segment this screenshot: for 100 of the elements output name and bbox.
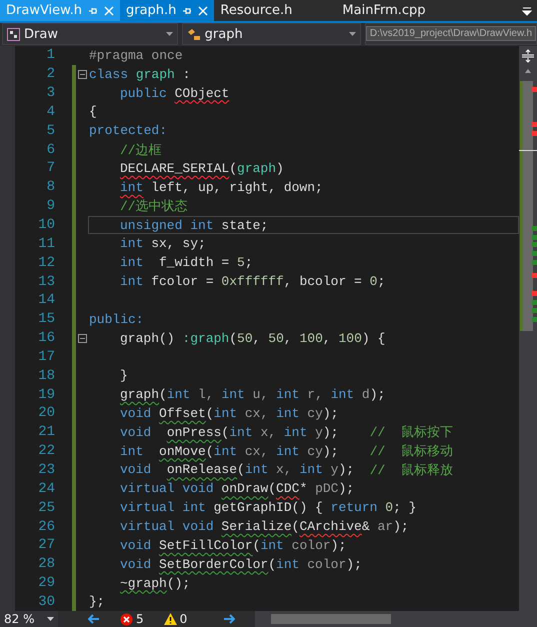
code-token: 100 — [299, 330, 323, 346]
code-token: ( — [252, 538, 260, 553]
code-token: y — [330, 462, 338, 478]
code-token: x, — [275, 462, 293, 478]
code-token: public — [120, 86, 168, 101]
pin-icon[interactable] — [182, 6, 192, 16]
code-token: int — [299, 462, 323, 478]
code-token: f_width = — [158, 255, 230, 270]
code-token: & — [362, 519, 370, 534]
code-token: ) — [276, 160, 284, 176]
code-token: ( — [268, 481, 276, 496]
code-token: ); — [338, 481, 354, 496]
code-token: // 鼠标释放 — [370, 462, 453, 479]
code-token: y — [314, 424, 323, 440]
error-count: 5 — [136, 612, 144, 626]
code-token: virtual void — [120, 481, 215, 496]
close-icon[interactable] — [104, 6, 114, 16]
close-icon[interactable] — [198, 6, 208, 16]
line-number: 21 — [37, 424, 55, 440]
file-tab[interactable]: Resource.h — [214, 0, 336, 21]
code-token: ; — [244, 255, 253, 270]
code-token: ); — [322, 406, 338, 421]
code-token: ); — [346, 556, 362, 572]
code-token: ar — [376, 519, 394, 534]
line-number: 14 — [37, 292, 55, 308]
code-token: int — [166, 387, 190, 402]
code-token: ( — [159, 387, 167, 402]
code-token: graph — [136, 66, 175, 82]
line-number: 9 — [46, 198, 55, 214]
line-number: 29 — [37, 575, 55, 592]
code-token: :graph — [182, 330, 230, 346]
pin-icon[interactable] — [88, 6, 98, 16]
squiggled-code-token: onMove — [159, 444, 206, 459]
code-token: void — [120, 424, 152, 440]
code-token: ); — [393, 519, 409, 534]
code-token: 0 — [370, 274, 378, 290]
code-token: public: — [89, 312, 144, 327]
line-number: 30 — [37, 594, 55, 610]
code-token: ( — [292, 519, 300, 534]
horizontal-scrollbar[interactable] — [255, 611, 537, 627]
code-token: , — [252, 330, 262, 346]
code-token: 0 — [385, 500, 394, 516]
code-token: int — [276, 444, 300, 459]
split-icon — [521, 49, 535, 63]
code-token: ; } — [393, 500, 416, 516]
code-token: : — [182, 66, 190, 82]
code-token: ); — [338, 462, 356, 478]
code-token: ); — [322, 444, 340, 459]
project-dropdown[interactable]: Draw — [2, 23, 178, 45]
squiggled-code-token: SetFillColor — [159, 538, 253, 553]
forward-arrow-icon[interactable] — [223, 614, 236, 624]
code-token: * — [299, 481, 308, 496]
code-token: virtual int — [120, 500, 206, 516]
code-token: getGraphID() { — [212, 500, 324, 516]
code-token: , — [322, 330, 332, 346]
code-token: #pragma once — [89, 48, 183, 63]
line-number: 8 — [46, 179, 55, 196]
line-number: 3 — [46, 85, 55, 102]
code-token: 0xffffff — [221, 274, 284, 290]
caret-icon — [166, 32, 173, 36]
file-tab[interactable]: graph.h — [120, 0, 214, 21]
collapse-icon[interactable] — [78, 70, 86, 79]
code-token: int — [229, 424, 253, 440]
line-number: 13 — [37, 274, 55, 290]
code-token: sx, sy; — [150, 236, 206, 252]
code-token: left, up, right, down; — [150, 180, 323, 195]
class-icon — [186, 28, 201, 40]
code-token: x, — [259, 424, 278, 440]
code-token: virtual void — [120, 519, 215, 534]
code-token: int — [276, 387, 300, 402]
code-token: int — [221, 387, 245, 402]
code-token: , bcolor = — [284, 274, 363, 290]
file-tab[interactable]: MainFrm.cpp — [336, 0, 458, 21]
code-token: int — [120, 236, 144, 252]
warning-icon — [164, 613, 177, 625]
code-token: ( — [229, 330, 238, 346]
project-icon — [7, 28, 20, 40]
code-token: class — [89, 66, 130, 82]
scope-dropdown[interactable]: graph — [182, 23, 362, 45]
line-number: 7 — [46, 160, 55, 176]
squiggled-code-token: onRelease — [166, 462, 238, 478]
line-number: 26 — [37, 518, 55, 535]
squiggled-code-token: SetBorderColor — [159, 556, 268, 572]
caret-icon — [349, 32, 356, 36]
code-token: int — [120, 274, 144, 290]
code-token: r, — [306, 387, 324, 402]
code-token: int — [244, 462, 268, 478]
squiggled-code-token: graph — [120, 387, 160, 402]
code-token: color — [290, 538, 331, 553]
caret-icon[interactable] — [47, 617, 54, 621]
code-token: 100 — [338, 330, 362, 346]
code-token: ; — [377, 274, 386, 290]
code-token: unsigned int — [120, 218, 214, 233]
code-token: 50 — [268, 330, 284, 346]
zoom-dropdown[interactable]: 82 % — [0, 611, 58, 627]
dropdown-icon[interactable] — [521, 4, 533, 16]
line-number: 23 — [37, 462, 55, 478]
collapse-icon[interactable] — [78, 334, 86, 343]
vertical-scrollbar[interactable] — [519, 46, 537, 611]
back-arrow-icon[interactable] — [88, 614, 100, 624]
